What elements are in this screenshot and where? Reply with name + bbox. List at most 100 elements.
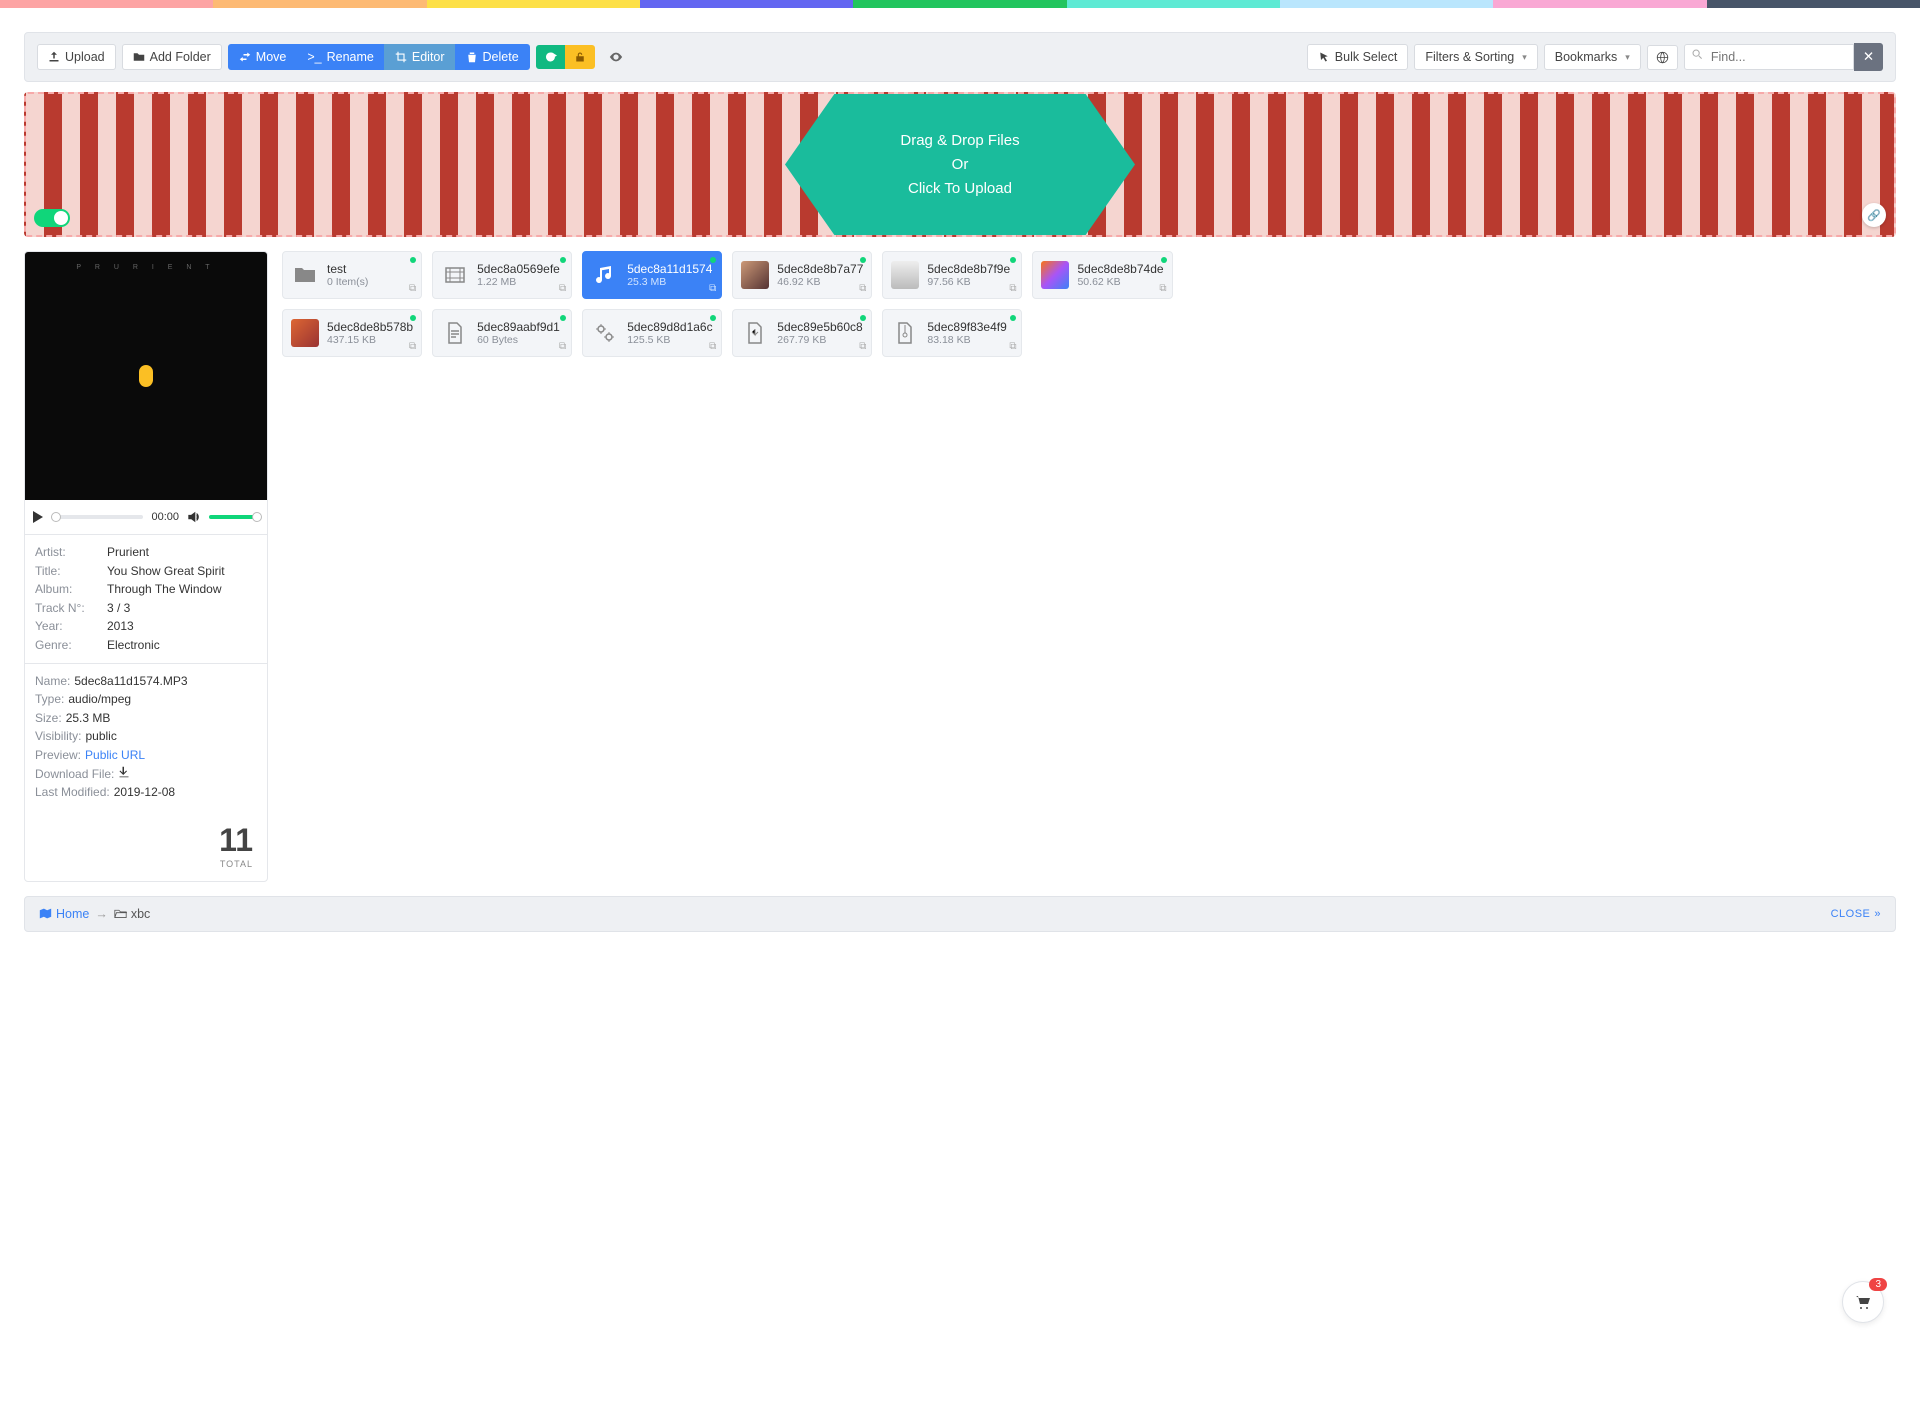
copy-icon[interactable]: ⧉: [709, 283, 716, 294]
upload-icon: [48, 51, 60, 63]
refresh-button[interactable]: [536, 45, 566, 69]
add-folder-label: Add Folder: [150, 50, 211, 64]
pdf-icon: [741, 319, 769, 347]
map-icon: [39, 907, 52, 920]
volume-slider[interactable]: [209, 515, 259, 519]
misc-group: [536, 45, 595, 69]
delete-label: Delete: [483, 50, 519, 64]
meta-label: Year:: [35, 617, 107, 636]
copy-icon[interactable]: ⧉: [409, 341, 416, 352]
status-dot: [410, 315, 416, 321]
copy-icon[interactable]: ⧉: [409, 283, 416, 294]
music-metadata: Artist:PrurientTitle:You Show Great Spir…: [25, 535, 267, 664]
dropzone-line3: Click To Upload: [908, 177, 1012, 201]
breadcrumb-separator: →: [95, 907, 108, 921]
play-button[interactable]: [33, 511, 43, 523]
breadcrumb-home[interactable]: Home: [39, 907, 89, 921]
search-input[interactable]: [1684, 44, 1854, 70]
copy-icon[interactable]: ⧉: [859, 341, 866, 352]
visibility-button[interactable]: [601, 45, 631, 69]
public-url-link[interactable]: Public URL: [85, 746, 145, 765]
meta-label: Title:: [35, 562, 107, 581]
file-card[interactable]: 5dec8a11d1574 25.3 MB ⧉: [582, 251, 722, 299]
file-card[interactable]: 5dec89e5b60c8 267.79 KB ⧉: [732, 309, 872, 357]
meta-value: public: [85, 727, 116, 746]
pointer-icon: [1318, 51, 1330, 63]
copy-icon[interactable]: ⧉: [559, 283, 566, 294]
file-card[interactable]: 5dec8de8b74de 50.62 KB ⧉: [1032, 251, 1172, 299]
meta-value: 2013: [107, 617, 134, 636]
bookmarks-label: Bookmarks: [1555, 50, 1618, 64]
file-name: 5dec89f83e4f9: [927, 320, 1006, 334]
meta-label: Visibility:: [35, 727, 81, 746]
unlock-button[interactable]: [565, 45, 595, 69]
file-card[interactable]: 5dec8de8b7f9e 97.56 KB ⧉: [882, 251, 1022, 299]
copy-icon[interactable]: ⧉: [859, 283, 866, 294]
upload-button[interactable]: Upload: [37, 44, 116, 70]
file-card[interactable]: test 0 Item(s) ⧉: [282, 251, 422, 299]
copy-icon[interactable]: ⧉: [1009, 283, 1016, 294]
close-button[interactable]: CLOSE »: [1831, 908, 1881, 920]
file-name: 5dec8de8b7a77: [777, 262, 863, 276]
progress-slider[interactable]: [51, 515, 143, 519]
close-icon: ✕: [1863, 49, 1874, 64]
file-name: test: [327, 262, 368, 276]
meta-label: Artist:: [35, 543, 107, 562]
file-size: 60 Bytes: [477, 334, 560, 346]
file-size: 1.22 MB: [477, 276, 560, 288]
bulk-select-label: Bulk Select: [1335, 50, 1398, 64]
copy-icon[interactable]: ⧉: [709, 341, 716, 352]
toolbar: Upload Add Folder Move >_ Rename Editor …: [24, 32, 1896, 82]
meta-value: Through The Window: [107, 580, 222, 599]
download-link[interactable]: [118, 765, 130, 784]
volume-icon[interactable]: [187, 510, 201, 524]
file-card[interactable]: 5dec8a0569efe 1.22 MB ⧉: [432, 251, 572, 299]
status-dot: [560, 257, 566, 263]
dropzone[interactable]: Drag & Drop Files Or Click To Upload 🔗: [24, 92, 1896, 237]
dropzone-toggle[interactable]: [34, 209, 70, 227]
file-size: 46.92 KB: [777, 276, 863, 288]
add-folder-button[interactable]: Add Folder: [122, 44, 222, 70]
delete-button[interactable]: Delete: [455, 44, 530, 70]
cart-fab[interactable]: 3: [1842, 1281, 1884, 1323]
bookmarks-button[interactable]: Bookmarks ▾: [1544, 44, 1641, 70]
move-label: Move: [256, 50, 287, 64]
move-button[interactable]: Move: [228, 44, 298, 70]
dropzone-line2: Or: [952, 153, 969, 177]
globe-button[interactable]: [1647, 45, 1678, 70]
file-name: 5dec8de8b7f9e: [927, 262, 1010, 276]
crop-icon: [395, 51, 407, 63]
file-card[interactable]: 5dec89d8d1a6c 125.5 KB ⧉: [582, 309, 722, 357]
file-card[interactable]: 5dec89f83e4f9 83.18 KB ⧉: [882, 309, 1022, 357]
filters-sorting-button[interactable]: Filters & Sorting ▾: [1414, 44, 1537, 70]
total-count: 11: [39, 822, 253, 859]
editor-button[interactable]: Editor: [384, 44, 456, 70]
file-thumbnail: [891, 261, 919, 289]
filters-sorting-label: Filters & Sorting: [1425, 50, 1514, 64]
file-card[interactable]: 5dec8de8b7a77 46.92 KB ⧉: [732, 251, 872, 299]
album-cover: P R U R I E N T: [25, 252, 267, 500]
meta-label: Track N°:: [35, 599, 107, 618]
copy-icon[interactable]: ⧉: [1159, 283, 1166, 294]
copy-icon[interactable]: ⧉: [559, 341, 566, 352]
dropzone-link-button[interactable]: 🔗: [1862, 203, 1886, 227]
meta-label: Type:: [35, 690, 64, 709]
status-dot: [710, 315, 716, 321]
clear-search-button[interactable]: ✕: [1854, 43, 1883, 71]
file-name: 5dec89aabf9d1: [477, 320, 560, 334]
file-card[interactable]: 5dec8de8b578b 437.15 KB ⧉: [282, 309, 422, 357]
action-group: Move >_ Rename Editor Delete: [228, 44, 530, 70]
bulk-select-button[interactable]: Bulk Select: [1307, 44, 1409, 70]
time-display: 00:00: [151, 511, 179, 523]
file-size: 0 Item(s): [327, 276, 368, 288]
search-box: ✕: [1684, 43, 1883, 71]
file-size: 83.18 KB: [927, 334, 1006, 346]
meta-value: 3 / 3: [107, 599, 130, 618]
copy-icon[interactable]: ⧉: [1009, 341, 1016, 352]
meta-label: Genre:: [35, 636, 107, 655]
file-card[interactable]: 5dec89aabf9d1 60 Bytes ⧉: [432, 309, 572, 357]
editor-label: Editor: [412, 50, 445, 64]
rename-button[interactable]: >_ Rename: [296, 44, 385, 70]
status-dot: [560, 315, 566, 321]
status-dot: [710, 257, 716, 263]
